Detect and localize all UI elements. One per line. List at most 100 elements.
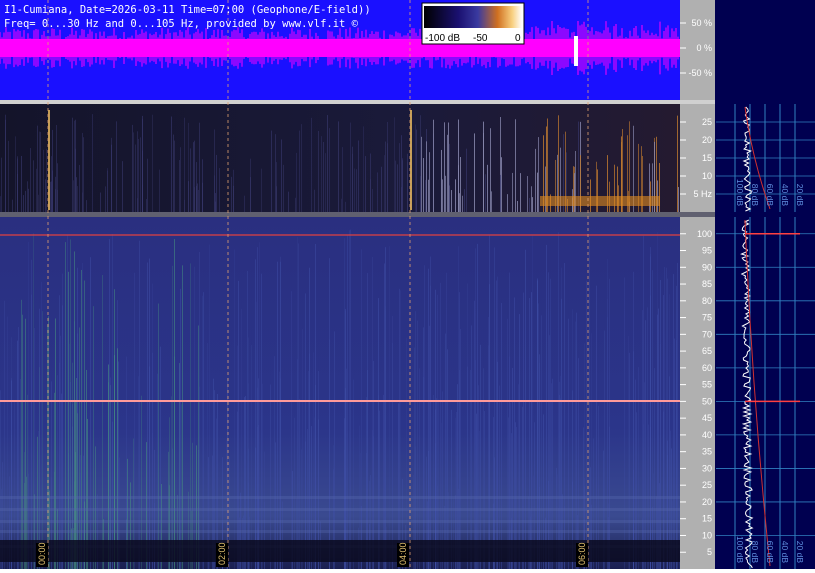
high-streak (118, 361, 119, 569)
header-line2: Freq= 0...30 Hz and 0...105 Hz, provided… (4, 18, 359, 30)
high-streak (139, 240, 140, 569)
low-streak (43, 149, 44, 212)
low-streak (0, 196, 1, 212)
low-streak (147, 158, 148, 212)
low-streak (281, 139, 282, 212)
high-streak (149, 366, 150, 569)
profile-high: 100 dB 80 dB 60 dB 40 dB 20 dB (716, 217, 815, 569)
profile-db-label: 20 dB (795, 541, 805, 564)
low-streak (17, 156, 18, 212)
low-streak (199, 122, 200, 212)
low-tick-label: 25 (702, 117, 712, 127)
low-streak (399, 143, 400, 212)
low-tick-label: 20 (702, 135, 712, 145)
profile-db-label: 80 dB (750, 541, 760, 564)
low-glow (540, 196, 660, 206)
low-streak (299, 130, 300, 212)
low-streak (296, 152, 297, 212)
high-streak (17, 340, 18, 569)
high-tick-label: 50 (702, 396, 712, 406)
high-streak (647, 307, 648, 569)
high-streak (654, 368, 655, 569)
high-streak (41, 281, 42, 569)
low-streak (30, 148, 31, 212)
low-streak (311, 117, 312, 212)
high-streak (4, 300, 5, 569)
low-streak (416, 129, 417, 212)
high-streak (674, 338, 675, 569)
low-streak (301, 124, 302, 212)
low-streak (370, 179, 371, 212)
low-streak (57, 163, 58, 212)
low-streak (82, 132, 83, 212)
high-streak (247, 270, 248, 569)
low-streak (433, 119, 434, 212)
high-streak (182, 265, 183, 569)
high-streak (126, 356, 127, 569)
low-streak (83, 137, 84, 212)
low-streak (216, 154, 217, 212)
low-streak (464, 189, 465, 212)
high-streak (664, 267, 665, 569)
low-streak (358, 140, 359, 212)
high-tick-label: 95 (702, 246, 712, 256)
low-streak (425, 180, 426, 212)
high-streak (334, 331, 335, 569)
high-streak (501, 302, 502, 569)
low-streak (107, 170, 108, 212)
high-streak (67, 235, 68, 569)
low-streak (429, 152, 430, 212)
high-streak (529, 298, 530, 569)
high-streak (548, 272, 549, 569)
high-streak (538, 303, 539, 569)
high-streak (68, 271, 69, 569)
high-tick-label: 65 (702, 346, 712, 356)
low-streak (132, 124, 133, 212)
low-streak (179, 160, 180, 212)
low-streak (532, 197, 533, 212)
high-streak (531, 292, 532, 569)
low-streak (529, 198, 530, 212)
low-streak (515, 119, 516, 212)
low-streak (459, 193, 460, 212)
low-streak (133, 132, 134, 212)
profile-db-label: 60 dB (765, 184, 775, 207)
low-streak (137, 131, 138, 212)
high-streak (392, 343, 393, 569)
low-streak (574, 173, 575, 212)
low-streak (448, 122, 449, 212)
high-streak (384, 263, 385, 569)
low-streak (152, 114, 153, 212)
low-streak (40, 131, 41, 212)
high-streak (114, 355, 115, 569)
low-streak (520, 173, 521, 212)
time-tick-label: 00:00 (37, 542, 47, 565)
low-streak (86, 200, 87, 212)
high-streak (512, 367, 513, 569)
high-streak (470, 369, 471, 569)
low-streak (72, 117, 73, 212)
low-streak (174, 140, 175, 212)
high-streak (157, 373, 158, 569)
low-streak (105, 186, 106, 212)
low-streak (314, 189, 315, 212)
low-streak (23, 195, 24, 212)
profile-db-label: 40 dB (780, 184, 790, 207)
low-streak (321, 136, 322, 212)
high-streak (467, 283, 468, 569)
low-streak (365, 156, 366, 212)
low-streak (92, 114, 93, 212)
high-streak (537, 278, 538, 569)
low-streak (173, 134, 174, 212)
high-streak (237, 345, 238, 569)
low-streak (188, 181, 189, 212)
low-streak (507, 194, 508, 212)
high-streak (589, 237, 590, 569)
low-streak (140, 137, 141, 212)
low-streak (214, 175, 215, 212)
low-tick-label: 5 Hz (693, 189, 712, 199)
high-tick-label: 85 (702, 279, 712, 289)
high-streak (489, 235, 490, 570)
low-streak (142, 150, 143, 212)
low-streak (354, 168, 355, 212)
